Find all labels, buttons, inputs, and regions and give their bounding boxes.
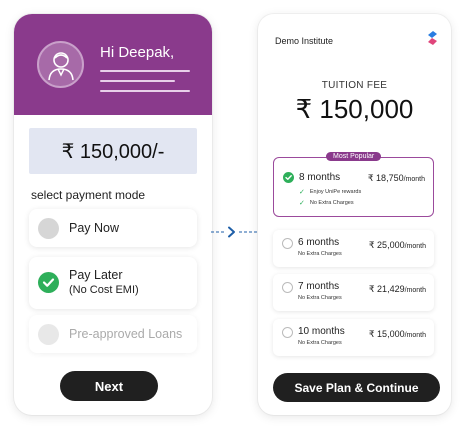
- placeholder-line: [100, 70, 190, 72]
- plan-price: ₹ 15,000/month: [369, 329, 426, 340]
- save-plan-continue-button[interactable]: Save Plan & Continue: [273, 373, 440, 402]
- placeholder-line: [100, 90, 190, 92]
- plan-duration: 10 months: [298, 326, 345, 337]
- next-button[interactable]: Next: [60, 371, 158, 401]
- check-circle-icon: [283, 172, 294, 183]
- option-pre-approved-loans[interactable]: Pre-approved Loans: [29, 315, 197, 353]
- plan-price: ₹ 21,429/month: [369, 284, 426, 295]
- benefit-text: No Extra Charges: [309, 200, 354, 206]
- plan-price-value: ₹ 18,750: [367, 173, 404, 183]
- option-pay-now[interactable]: Pay Now: [29, 209, 197, 247]
- plan-price-unit: /month: [404, 287, 426, 294]
- option-label: Pay Now: [69, 221, 120, 235]
- user-avatar-icon: [37, 41, 84, 88]
- brand-logo-icon: [428, 31, 437, 50]
- plan-duration: 7 months: [298, 281, 340, 292]
- institute-name: Demo Institute: [275, 36, 334, 46]
- plan-benefit: ✓ No Extra Charges: [299, 199, 354, 207]
- plan-duration: 8 months: [299, 172, 341, 183]
- radio-unselected: [282, 238, 293, 249]
- radio-unselected: [282, 327, 293, 338]
- benefit-text: Enjoy UniPe rewards: [309, 189, 362, 195]
- plan-extra-charges: No Extra Charges: [298, 251, 342, 257]
- plan-6-months[interactable]: 6 months No Extra Charges ₹ 25,000/month: [273, 230, 434, 267]
- plan-price: ₹ 18,750/month: [368, 173, 425, 184]
- placeholder-line: [100, 80, 175, 82]
- plan-7-months[interactable]: 7 months No Extra Charges ₹ 21,429/month: [273, 274, 434, 311]
- tuition-fee-label: TUITION FEE: [321, 80, 388, 91]
- radio-unselected: [282, 282, 293, 293]
- plan-price-value: ₹ 25,000: [368, 240, 405, 250]
- option-label: Pre-approved Loans: [69, 327, 183, 341]
- check-icon: ✓: [299, 189, 305, 196]
- plan-price-unit: /month: [403, 176, 425, 183]
- option-label: Pay Later (No Cost EMI): [69, 268, 139, 296]
- greeting-header: Hi Deepak,: [14, 14, 212, 115]
- payment-mode-label: select payment mode: [31, 188, 146, 202]
- plan-10-months[interactable]: 10 months No Extra Charges ₹ 15,000/mont…: [273, 319, 434, 356]
- greeting-text: Hi Deepak,: [100, 44, 175, 61]
- option-pay-later[interactable]: Pay Later (No Cost EMI): [29, 257, 197, 309]
- plan-price-value: ₹ 15,000: [368, 329, 405, 339]
- plan-benefit: ✓ Enjoy UniPe rewards: [299, 188, 361, 196]
- plan-extra-charges: No Extra Charges: [298, 340, 342, 346]
- plan-8-months[interactable]: Most Popular 8 months ₹ 18,750/month ✓ E…: [273, 152, 434, 217]
- tuition-fee-amount: ₹ 150,000: [295, 94, 414, 124]
- option-subtitle: (No Cost EMI): [69, 284, 139, 296]
- check-icon: ✓: [299, 200, 305, 207]
- payment-mode-screen: Hi Deepak, ₹ 150,000/- select payment mo…: [14, 14, 212, 415]
- most-popular-badge: Most Popular: [326, 152, 382, 161]
- plan-price-value: ₹ 21,429: [368, 284, 405, 294]
- emi-plan-screen: Demo Institute TUITION FEE ₹ 150,000 Mos…: [258, 14, 451, 415]
- radio-unselected: [38, 218, 59, 239]
- arrow-right-icon: [211, 226, 259, 238]
- plan-price: ₹ 25,000/month: [369, 240, 426, 251]
- radio-disabled: [38, 324, 59, 345]
- amount-display: ₹ 150,000/-: [29, 128, 197, 174]
- plan-price-unit: /month: [404, 243, 426, 250]
- plan-extra-charges: No Extra Charges: [298, 295, 342, 301]
- option-title: Pay Later: [69, 268, 123, 282]
- check-circle-icon: [38, 272, 59, 293]
- plan-price-unit: /month: [404, 332, 426, 339]
- plan-duration: 6 months: [298, 237, 340, 248]
